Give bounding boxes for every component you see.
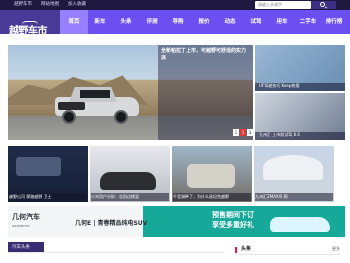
suv-grille	[58, 102, 85, 110]
logo-subtitle: YYCSYS.COM	[11, 37, 34, 41]
search-button[interactable]	[311, 1, 336, 9]
banner-promo-line-2: 享受多重好礼	[212, 221, 254, 229]
hero-page-1[interactable]: 1	[233, 129, 239, 136]
top-bar: 越野车市 网站地图 加入收藏 请输入关键字	[0, 0, 350, 10]
news-card-caption: 越野山河 探路越野 卫士	[9, 193, 87, 201]
nav-car-use[interactable]: 用车	[268, 10, 296, 34]
side-card-caption: 九州汇 上市前试驾 8.6	[259, 132, 300, 137]
top-link-bookmark[interactable]: 加入收藏	[68, 1, 86, 8]
nav-home[interactable]: 首页	[60, 10, 88, 34]
nav-headlines[interactable]: 头条	[112, 10, 140, 34]
headline-more-link[interactable]: 更多	[332, 246, 340, 252]
banner-promo-line-1: 预售期间下订	[212, 211, 254, 219]
search-icon	[320, 2, 325, 7]
news-card[interactable]: 越野山河 探路越野 卫士	[8, 146, 88, 202]
top-link-site[interactable]: 越野车市	[14, 1, 32, 8]
headline-divider	[235, 254, 340, 255]
hero-pagination: 1 2 3	[233, 129, 253, 136]
side-card[interactable]: 九州汇 上市前试驾 8.6	[255, 93, 345, 140]
nav-news[interactable]: 动态	[216, 10, 244, 34]
news-card[interactable]: 九州汇ZMAXIS 预	[254, 146, 334, 202]
car-silhouette	[100, 172, 156, 190]
hero-slideshow[interactable]: 全新帕拉丁上市，可越野可舒适的实力派 1 2 3	[8, 45, 253, 140]
nav-guide[interactable]: 导购	[164, 10, 192, 34]
news-card-caption: 小光用户分析：告别边缘混	[91, 193, 169, 201]
headline-section: 头条 更多	[235, 245, 340, 255]
headline-marker-icon	[235, 247, 237, 253]
stage-screen	[16, 157, 61, 176]
news-card-caption: 九州汇ZMAXIS 预	[255, 193, 333, 201]
ad-banner[interactable]: 几何汽车 GEOMETRY 几何E | 青春精品纯电SUV 预售期间下订 享受多…	[8, 206, 345, 237]
top-links: 越野车市 网站地图 加入收藏	[14, 1, 86, 8]
nav-price[interactable]: 报价	[190, 10, 218, 34]
news-card[interactable]: 小光用户分析：告别边缘混	[90, 146, 170, 202]
nav-used-car[interactable]: 二手车	[294, 10, 322, 34]
top-link-sitemap[interactable]: 网站地图	[41, 1, 59, 8]
news-card[interactable]: 千里湖畔了，为什么选坦克越野	[172, 146, 252, 202]
off-road-vehicle	[187, 164, 235, 188]
hero-suv-image	[55, 87, 139, 124]
building-image	[263, 155, 323, 180]
hero-caption[interactable]: 全新帕拉丁上市，可越野可舒适的实力派	[161, 48, 249, 62]
headline-title: 头条	[241, 246, 252, 252]
banner-promo: 预售期间下订 享受多重好礼	[212, 210, 254, 230]
hero-page-3[interactable]: 3	[247, 129, 253, 136]
logo-block[interactable]: 越野车市 YYCSYS.COM	[0, 10, 60, 41]
banner-brand-subtitle: GEOMETRY	[12, 224, 31, 228]
hero-page-2[interactable]: 2	[240, 129, 246, 136]
nav-ranking[interactable]: 排行榜	[320, 10, 348, 34]
suv-front-wheel	[62, 110, 76, 124]
nav-test-drive[interactable]: 试驾	[242, 10, 270, 34]
banner-tagline: 几何E | 青春精品纯电SUV	[75, 220, 148, 227]
banner-car-image	[270, 217, 330, 232]
section-divider	[8, 252, 225, 253]
suv-rear-wheel	[114, 110, 128, 124]
suv-windshield	[80, 90, 110, 98]
logo-title: 越野车市	[9, 26, 48, 37]
nav-reviews[interactable]: 评测	[138, 10, 166, 34]
news-card-caption: 千里湖畔了，为什么选坦克越野	[173, 193, 251, 201]
banner-brand: 几何汽车	[12, 213, 40, 221]
side-card-caption: UF驾驶技巧 Keep热搜	[259, 83, 300, 88]
side-card[interactable]: UF驾驶技巧 Keep热搜	[255, 45, 345, 91]
nav-new-car[interactable]: 新车	[86, 10, 114, 34]
news-card-grid: 越野山河 探路越野 卫士 小光用户分析：告别边缘混 千里湖畔了，为什么选坦克越野…	[8, 146, 345, 202]
main-nav: 首页 新车 头条 评测 导购 报价 动态 试驾 用车 二手车 排行榜	[60, 10, 350, 34]
search-input[interactable]: 请输入关键字	[255, 1, 311, 9]
